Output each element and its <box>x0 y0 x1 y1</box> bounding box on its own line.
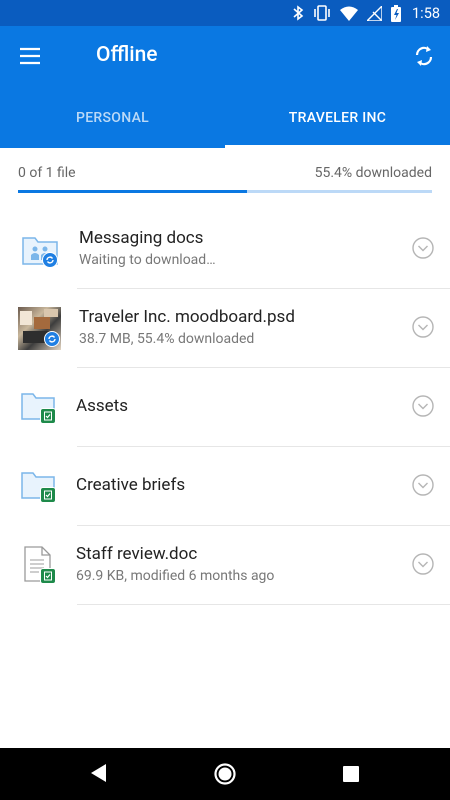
page-title: Offline <box>96 43 158 67</box>
download-percent: 55.4% downloaded <box>314 165 432 181</box>
divider <box>77 604 450 605</box>
item-name: Staff review.doc <box>76 544 198 564</box>
sync-badge-icon <box>44 331 60 347</box>
system-nav-bar <box>0 748 450 800</box>
folder-icon <box>18 465 62 509</box>
offline-check-badge-icon <box>40 408 56 424</box>
document-icon <box>18 544 62 588</box>
status-time: 1:58 <box>412 4 440 22</box>
chevron-down-icon[interactable] <box>412 237 434 259</box>
vibrate-icon <box>314 5 330 21</box>
item-name: Traveler Inc. moodboard.psd <box>79 307 295 327</box>
shared-folder-icon <box>18 228 62 272</box>
item-name: Messaging docs <box>79 228 204 248</box>
progress-fill <box>18 190 248 193</box>
app-bar: Offline <box>0 26 450 88</box>
home-icon[interactable] <box>213 762 237 786</box>
file-list: Messaging docs Waiting to download… Trav… <box>0 210 450 605</box>
file-count: 0 of 1 file <box>18 165 76 181</box>
sync-badge-icon <box>42 252 58 268</box>
sync-refresh-icon[interactable] <box>412 43 436 69</box>
back-icon[interactable] <box>88 762 108 784</box>
folder-icon <box>18 386 62 430</box>
recents-icon[interactable] <box>343 766 359 782</box>
chevron-down-icon[interactable] <box>412 395 434 417</box>
item-name: Creative briefs <box>76 475 186 495</box>
progress-track <box>18 190 432 193</box>
chevron-down-icon[interactable] <box>412 316 434 338</box>
list-item[interactable]: Creative briefs <box>0 447 450 526</box>
item-subtitle: Waiting to download… <box>79 252 216 268</box>
list-item[interactable]: Staff review.doc 69.9 KB, modified 6 mon… <box>0 526 450 605</box>
chevron-down-icon[interactable] <box>412 553 434 575</box>
list-item[interactable]: Assets <box>0 368 450 447</box>
bluetooth-icon <box>293 5 304 21</box>
wifi-icon <box>340 6 359 21</box>
chevron-down-icon[interactable] <box>412 474 434 496</box>
tab-personal[interactable]: PERSONAL <box>0 88 225 148</box>
hamburger-menu-icon[interactable] <box>18 44 42 68</box>
item-name: Assets <box>76 396 128 416</box>
battery-charging-icon <box>391 4 402 22</box>
offline-check-badge-icon <box>40 568 56 584</box>
item-subtitle: 69.9 KB, modified 6 months ago <box>76 568 275 584</box>
download-progress: 0 of 1 file 55.4% downloaded <box>0 148 450 198</box>
offline-check-badge-icon <box>40 487 56 503</box>
no-signal-icon <box>367 5 383 21</box>
list-item[interactable]: Traveler Inc. moodboard.psd 38.7 MB, 55.… <box>0 289 450 368</box>
tab-bar: PERSONAL TRAVELER INC <box>0 88 450 148</box>
status-bar: 1:58 <box>0 0 450 26</box>
item-subtitle: 38.7 MB, 55.4% downloaded <box>79 331 255 347</box>
list-item[interactable]: Messaging docs Waiting to download… <box>0 210 450 289</box>
tab-traveler-inc[interactable]: TRAVELER INC <box>225 88 450 148</box>
